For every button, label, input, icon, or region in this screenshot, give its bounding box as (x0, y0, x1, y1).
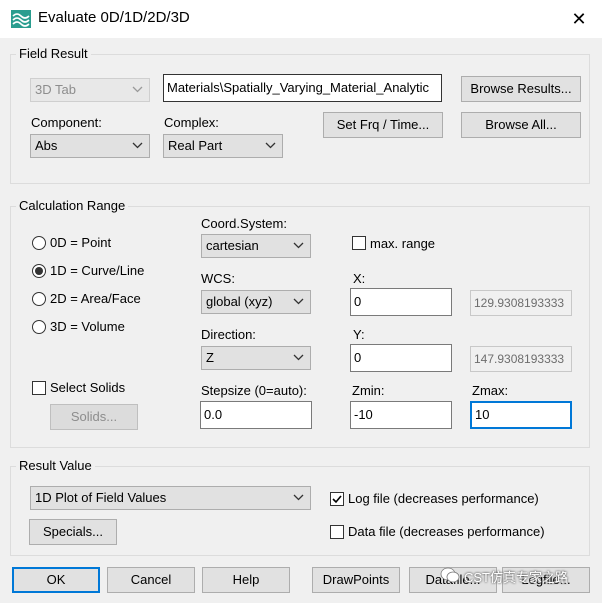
zmin-input[interactable]: -10 (350, 401, 452, 429)
y-input[interactable]: 0 (350, 344, 452, 372)
wcs-label: WCS: (201, 271, 235, 286)
y-label: Y: (353, 327, 365, 342)
stepsize-label: Stepsize (0=auto): (201, 383, 307, 398)
direction-dropdown[interactable]: Z (201, 346, 311, 370)
coord-system-value: cartesian (206, 238, 259, 253)
plot-type-dropdown[interactable]: 1D Plot of Field Values (30, 486, 311, 510)
chevron-down-icon (293, 242, 304, 249)
zmax-input[interactable]: 10 (470, 401, 572, 429)
component-label: Component: (31, 115, 102, 130)
max-range-label: max. range (370, 236, 436, 251)
plot-type-value: 1D Plot of Field Values (35, 490, 167, 505)
app-wave-icon (11, 10, 31, 28)
x-max-readonly: 129.9308193333 (470, 290, 572, 316)
component-value: Abs (35, 138, 58, 153)
checkmark-icon (332, 495, 342, 504)
direction-label: Direction: (201, 327, 256, 342)
zmax-label: Zmax: (472, 383, 509, 398)
tab-select-dropdown[interactable]: 3D Tab (30, 78, 150, 102)
result-path-field[interactable]: Materials\Spatially_Varying_Material_Ana… (163, 74, 442, 102)
radio-1d-curve-line[interactable] (32, 264, 46, 278)
complex-dropdown[interactable]: Real Part (163, 134, 283, 158)
y-max-readonly: 147.9308193333 (470, 346, 572, 372)
complex-label: Complex: (164, 115, 219, 130)
watermark-text: CST仿真专家之路 (464, 570, 569, 585)
x-input[interactable]: 0 (350, 288, 452, 316)
select-solids-label: Select Solids (50, 380, 126, 395)
chevron-down-icon (132, 142, 143, 149)
zmin-label: Zmin: (352, 383, 385, 398)
coord-system-label: Coord.System: (201, 216, 287, 231)
cancel-button[interactable]: Cancel (107, 567, 195, 593)
max-range-checkbox[interactable] (352, 236, 366, 250)
radio-0d-label: 0D = Point (50, 235, 112, 250)
window-title: Evaluate 0D/1D/2D/3D (38, 9, 190, 26)
chevron-down-icon (132, 86, 143, 93)
coord-system-dropdown[interactable]: cartesian (201, 234, 311, 258)
drawpoints-button[interactable]: DrawPoints (312, 567, 400, 593)
log-file-label: Log file (decreases performance) (348, 491, 539, 506)
complex-value: Real Part (168, 138, 223, 153)
browse-all-button[interactable]: Browse All... (461, 112, 581, 138)
calculation-range-legend: Calculation Range (16, 198, 129, 213)
radio-2d-area-face[interactable] (32, 292, 46, 306)
data-file-checkbox[interactable] (330, 525, 344, 539)
radio-1d-label: 1D = Curve/Line (50, 263, 145, 278)
specials-button[interactable]: Specials... (29, 519, 117, 545)
log-file-checkbox[interactable] (330, 492, 344, 506)
chevron-down-icon (293, 298, 304, 305)
chevron-down-icon (293, 494, 304, 501)
x-label: X: (353, 271, 366, 286)
ok-button[interactable]: OK (12, 567, 100, 593)
browse-results-button[interactable]: Browse Results... (461, 76, 581, 102)
wechat-watermark-icon (440, 567, 460, 583)
help-button[interactable]: Help (202, 567, 290, 593)
chevron-down-icon (265, 142, 276, 149)
chevron-down-icon (293, 354, 304, 361)
close-icon[interactable]: ✕ (568, 8, 590, 30)
result-value-legend: Result Value (16, 458, 95, 473)
select-solids-checkbox[interactable] (32, 381, 46, 395)
tab-select-value: 3D Tab (35, 82, 76, 97)
set-frq-time-button[interactable]: Set Frq / Time... (323, 112, 443, 138)
radio-3d-volume[interactable] (32, 320, 46, 334)
field-result-legend: Field Result (16, 46, 91, 61)
stepsize-input[interactable]: 0.0 (200, 401, 312, 429)
solids-button[interactable]: Solids... (50, 404, 138, 430)
data-file-label: Data file (decreases performance) (348, 524, 545, 539)
radio-2d-label: 2D = Area/Face (50, 291, 141, 306)
component-dropdown[interactable]: Abs (30, 134, 150, 158)
radio-3d-label: 3D = Volume (50, 319, 125, 334)
wcs-dropdown[interactable]: global (xyz) (201, 290, 311, 314)
wcs-value: global (xyz) (206, 294, 273, 309)
radio-0d-point[interactable] (32, 236, 46, 250)
direction-value: Z (206, 350, 214, 365)
